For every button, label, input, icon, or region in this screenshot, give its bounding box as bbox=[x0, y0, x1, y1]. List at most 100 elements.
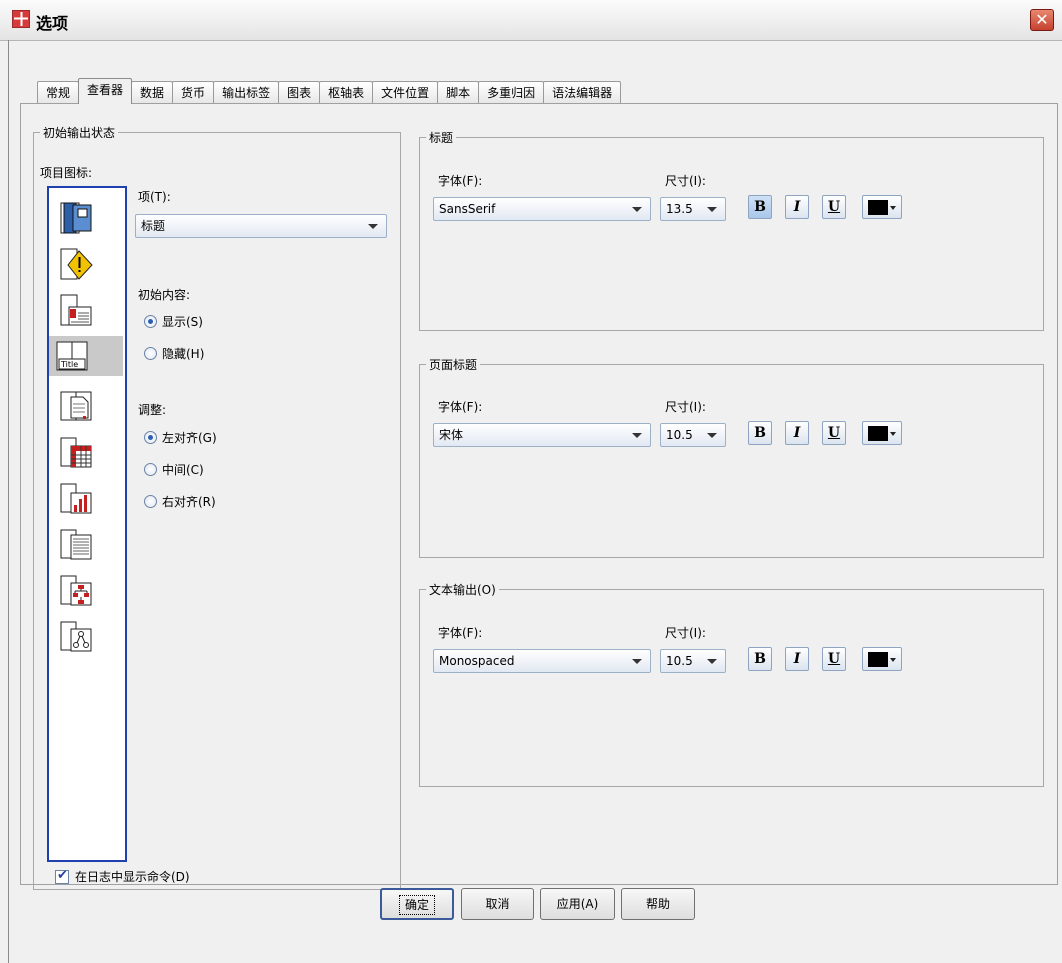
tab-multiple-imputations[interactable]: 多重归因 bbox=[478, 81, 545, 104]
text-output-italic-button[interactable]: I bbox=[785, 647, 809, 671]
radio-dot-icon bbox=[144, 495, 157, 508]
color-swatch bbox=[868, 426, 888, 441]
title-font-legend: 标题 bbox=[426, 129, 457, 146]
warning-icon bbox=[60, 248, 93, 280]
radio-hidden-label: 隐藏(H) bbox=[162, 347, 205, 361]
icon-item-notes[interactable] bbox=[53, 290, 97, 330]
text-output-underline-button[interactable]: U bbox=[822, 647, 846, 671]
ok-button[interactable]: 确定 bbox=[380, 888, 454, 920]
log-icon bbox=[60, 202, 92, 234]
text-output-size-value: 10.5 bbox=[666, 654, 693, 668]
radio-shown-label: 显示(S) bbox=[162, 315, 203, 329]
icon-item-warnings[interactable] bbox=[53, 244, 97, 284]
icon-item-chart[interactable] bbox=[53, 478, 97, 518]
title-bold-button[interactable]: B bbox=[748, 195, 772, 219]
text-output-font-select[interactable]: Monospaced bbox=[433, 649, 651, 673]
title-size-value: 13.5 bbox=[666, 202, 693, 216]
app-icon bbox=[12, 10, 30, 28]
page-title-font-label: 字体(F): bbox=[438, 400, 483, 414]
tab-pivot-tables[interactable]: 枢轴表 bbox=[319, 81, 374, 104]
help-button[interactable]: 帮助 bbox=[621, 888, 695, 920]
icon-item-log[interactable] bbox=[53, 198, 97, 238]
radio-dot-icon bbox=[144, 347, 157, 360]
tab-scripts[interactable]: 脚本 bbox=[437, 81, 480, 104]
tab-file-locations[interactable]: 文件位置 bbox=[372, 81, 439, 104]
tab-syntax-editor[interactable]: 语法编辑器 bbox=[543, 81, 622, 104]
text-output-font-legend: 文本输出(O) bbox=[426, 581, 499, 598]
page-title-italic-button[interactable]: I bbox=[785, 421, 809, 445]
icon-item-pivot-table[interactable] bbox=[53, 432, 97, 472]
title-size-label: 尺寸(I): bbox=[665, 174, 706, 188]
icon-item-page-title[interactable] bbox=[53, 386, 97, 426]
page-title-font-select[interactable]: 宋体 bbox=[433, 423, 651, 447]
page-title-underline-button[interactable]: U bbox=[822, 421, 846, 445]
ok-button-label: 确定 bbox=[398, 895, 435, 915]
radio-align-right[interactable]: 右对齐(R) bbox=[144, 493, 216, 510]
item-select[interactable]: 标题 bbox=[135, 214, 387, 238]
initial-output-legend: 初始输出状态 bbox=[40, 124, 119, 141]
radio-align-center[interactable]: 中间(C) bbox=[144, 461, 204, 478]
title-bar: 选项 ✕ bbox=[0, 0, 1062, 41]
radio-align-left-label: 左对齐(G) bbox=[162, 431, 217, 445]
page-title-size-select[interactable]: 10.5 bbox=[660, 423, 726, 447]
item-select-value: 标题 bbox=[141, 219, 166, 233]
page-title-font-group: 页面标题 bbox=[419, 356, 1044, 558]
icon-item-model[interactable] bbox=[53, 616, 97, 656]
title-size-select[interactable]: 13.5 bbox=[660, 197, 726, 221]
page-title-bold-button[interactable]: B bbox=[748, 421, 772, 445]
show-commands-checkbox[interactable]: 在日志中显示命令(D) bbox=[55, 868, 190, 885]
show-commands-label: 在日志中显示命令(D) bbox=[75, 870, 190, 884]
title-underline-button[interactable]: U bbox=[822, 195, 846, 219]
chevron-down-icon bbox=[707, 659, 717, 664]
item-icons-list[interactable]: Title bbox=[47, 186, 127, 862]
title-font-select[interactable]: SansSerif bbox=[433, 197, 651, 221]
tab-output-labels[interactable]: 输出标签 bbox=[213, 81, 280, 104]
chart-icon bbox=[60, 483, 92, 514]
title-icon: Title bbox=[56, 341, 88, 371]
apply-button[interactable]: 应用(A) bbox=[540, 888, 615, 920]
item-label: 项(T): bbox=[138, 190, 171, 204]
page-title-size-label: 尺寸(I): bbox=[665, 400, 706, 414]
chevron-down-icon bbox=[368, 224, 378, 229]
chevron-down-icon bbox=[707, 433, 717, 438]
text-output-font-value: Monospaced bbox=[439, 654, 515, 668]
tab-currency[interactable]: 货币 bbox=[172, 81, 215, 104]
radio-align-center-label: 中间(C) bbox=[162, 463, 204, 477]
page-title-icon bbox=[60, 391, 92, 421]
title-font-label: 字体(F): bbox=[438, 174, 483, 188]
chevron-down-icon bbox=[890, 658, 896, 662]
pivot-table-icon bbox=[60, 437, 92, 468]
cancel-button[interactable]: 取消 bbox=[461, 888, 534, 920]
tab-bar: 常规 查看器 数据 货币 输出标签 图表 枢轴表 文件位置 脚本 多重归因 语法… bbox=[37, 78, 622, 104]
text-output-size-label: 尺寸(I): bbox=[665, 626, 706, 640]
tab-general[interactable]: 常规 bbox=[37, 81, 80, 104]
radio-shown[interactable]: 显示(S) bbox=[144, 313, 203, 330]
radio-dot-icon bbox=[144, 315, 157, 328]
notes-icon bbox=[60, 294, 92, 326]
text-output-bold-button[interactable]: B bbox=[748, 647, 772, 671]
text-output-color-button[interactable] bbox=[862, 647, 902, 671]
title-font-group: 标题 bbox=[419, 129, 1044, 331]
icon-item-text-output[interactable] bbox=[53, 524, 97, 564]
tab-viewer[interactable]: 查看器 bbox=[78, 78, 133, 104]
radio-hidden[interactable]: 隐藏(H) bbox=[144, 345, 204, 362]
page-title-font-value: 宋体 bbox=[439, 428, 464, 442]
item-icons-label: 项目图标: bbox=[40, 166, 93, 180]
model-icon bbox=[60, 621, 92, 652]
tab-data[interactable]: 数据 bbox=[131, 81, 174, 104]
icon-item-title[interactable]: Title bbox=[49, 336, 123, 376]
close-button[interactable]: ✕ bbox=[1030, 9, 1054, 31]
color-swatch bbox=[868, 652, 888, 667]
initial-contents-label: 初始内容: bbox=[138, 288, 191, 302]
radio-align-left[interactable]: 左对齐(G) bbox=[144, 429, 217, 446]
page-title-color-button[interactable] bbox=[862, 421, 902, 445]
title-color-button[interactable] bbox=[862, 195, 902, 219]
text-output-size-select[interactable]: 10.5 bbox=[660, 649, 726, 673]
title-italic-button[interactable]: I bbox=[785, 195, 809, 219]
icon-item-tree-model[interactable] bbox=[53, 570, 97, 610]
page-title-font-legend: 页面标题 bbox=[426, 356, 481, 373]
justification-label: 调整: bbox=[138, 403, 167, 417]
chevron-down-icon bbox=[707, 207, 717, 212]
page-title-size-value: 10.5 bbox=[666, 428, 693, 442]
tab-charts[interactable]: 图表 bbox=[278, 81, 321, 104]
